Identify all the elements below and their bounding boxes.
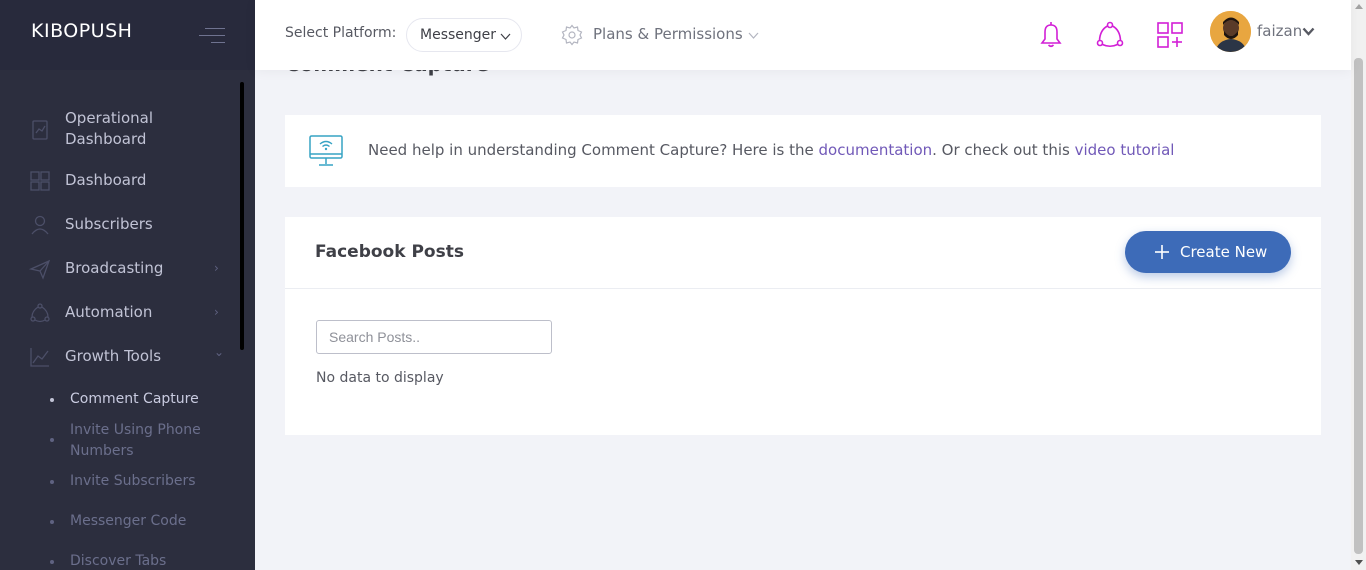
help-text: Need help in understanding Comment Captu… (368, 141, 1174, 159)
line-chart-icon (30, 348, 49, 367)
user-icon (31, 215, 49, 235)
chevron-down-icon (748, 32, 759, 39)
gear-icon (561, 24, 583, 46)
video-tutorial-link[interactable]: video tutorial (1075, 141, 1175, 159)
avatar (1210, 11, 1251, 52)
chevron-down-icon: ⌄ (214, 345, 225, 359)
sidebar-subitem-label: Discover Tabs (70, 553, 167, 569)
bullet-dot (50, 560, 54, 564)
brand-logo: KIBOPUSH (31, 20, 133, 42)
chevron-down-icon (1302, 27, 1315, 36)
grid-icon (30, 171, 50, 191)
avatar-image (1210, 11, 1251, 52)
facebook-posts-card: Facebook Posts Create New No data to dis… (285, 217, 1321, 435)
sidebar-subitem-invite-phone[interactable]: Invite Using Phone Numbers (0, 420, 238, 462)
scrollbar-thumb[interactable] (1354, 58, 1363, 554)
sidebar-subitem-comment-capture[interactable]: Comment Capture (0, 389, 238, 410)
platform-label: Select Platform: (285, 25, 397, 41)
sidebar-subitem-label: Messenger Code (70, 513, 187, 529)
sidebar-subitem-messenger-code[interactable]: Messenger Code (0, 511, 238, 532)
bell-icon[interactable] (1036, 20, 1066, 50)
sidebar-item-operational-dashboard[interactable]: Operational Dashboard (0, 108, 238, 152)
bullet-dot (50, 520, 54, 524)
sidebar-item-label: Growth Tools (65, 347, 162, 365)
page-scrollbar[interactable] (1351, 0, 1366, 570)
plus-icon (1155, 245, 1169, 259)
paper-plane-icon (29, 259, 51, 280)
chevron-down-icon (500, 33, 511, 40)
sidebar-item-label: Subscribers (65, 215, 153, 233)
topbar: Select Platform: Messenger Plans & Permi… (255, 0, 1351, 70)
sidebar-item-growth-tools[interactable]: Growth Tools ⌄ (0, 345, 238, 368)
sidebar-item-subscribers[interactable]: Subscribers (0, 214, 238, 236)
search-posts-input[interactable] (316, 320, 552, 354)
sidebar-subitem-label: Comment Capture (70, 391, 199, 407)
sidebar-subitem-invite-subscribers[interactable]: Invite Subscribers (0, 471, 238, 492)
sidebar-subitem-label: Invite Subscribers (70, 473, 196, 489)
bullet-dot (50, 398, 54, 402)
user-name: faizan (1257, 22, 1303, 40)
empty-state-text: No data to display (316, 370, 444, 386)
sidebar-item-label: Automation (65, 303, 153, 321)
help-card: Need help in understanding Comment Captu… (285, 115, 1321, 187)
user-menu[interactable]: faizan (1210, 10, 1325, 54)
share-network-icon[interactable] (1095, 20, 1125, 50)
create-new-button[interactable]: Create New (1125, 231, 1291, 273)
plans-permissions-label: Plans & Permissions (593, 25, 743, 43)
platform-select-value: Messenger (420, 27, 497, 43)
sidebar-item-automation[interactable]: Automation › (0, 302, 238, 324)
sidebar-scrollbar[interactable] (240, 82, 244, 350)
sidebar-subitem-label: Invite Using Phone Numbers (70, 422, 201, 459)
scroll-up-arrow-icon[interactable] (1355, 4, 1363, 9)
scroll-down-arrow-icon[interactable] (1355, 560, 1363, 565)
sidebar-item-dashboard[interactable]: Dashboard (0, 170, 238, 192)
platform-select[interactable]: Messenger (406, 18, 522, 52)
menu-toggle-icon[interactable] (199, 28, 225, 46)
sidebar-item-label: Dashboard (65, 171, 147, 189)
chevron-right-icon: › (214, 305, 219, 319)
chart-box-icon (32, 120, 48, 140)
create-new-label: Create New (1180, 243, 1268, 261)
network-icon (30, 303, 50, 323)
sidebar-item-label: Broadcasting (65, 259, 164, 277)
card-header: Facebook Posts Create New (285, 217, 1321, 289)
plans-permissions-menu[interactable]: Plans & Permissions (561, 22, 761, 48)
monitor-wifi-icon (309, 135, 343, 166)
sidebar-item-broadcasting[interactable]: Broadcasting › (0, 258, 238, 280)
brand-header: KIBOPUSH (0, 0, 255, 70)
bullet-dot (50, 438, 54, 442)
documentation-link[interactable]: documentation (819, 141, 933, 159)
sidebar-subitem-discover-tabs[interactable]: Discover Tabs (0, 551, 238, 570)
card-title: Facebook Posts (315, 242, 464, 262)
bullet-dot (50, 480, 54, 484)
sidebar: KIBOPUSH Operational Dashboard Dashboard… (0, 0, 255, 570)
chevron-right-icon: › (214, 261, 219, 275)
help-text-prefix: Need help in understanding Comment Captu… (368, 141, 819, 159)
help-text-middle: . Or check out this (932, 141, 1075, 159)
apps-add-icon[interactable] (1155, 20, 1185, 50)
sidebar-item-label: Operational Dashboard (65, 109, 154, 148)
